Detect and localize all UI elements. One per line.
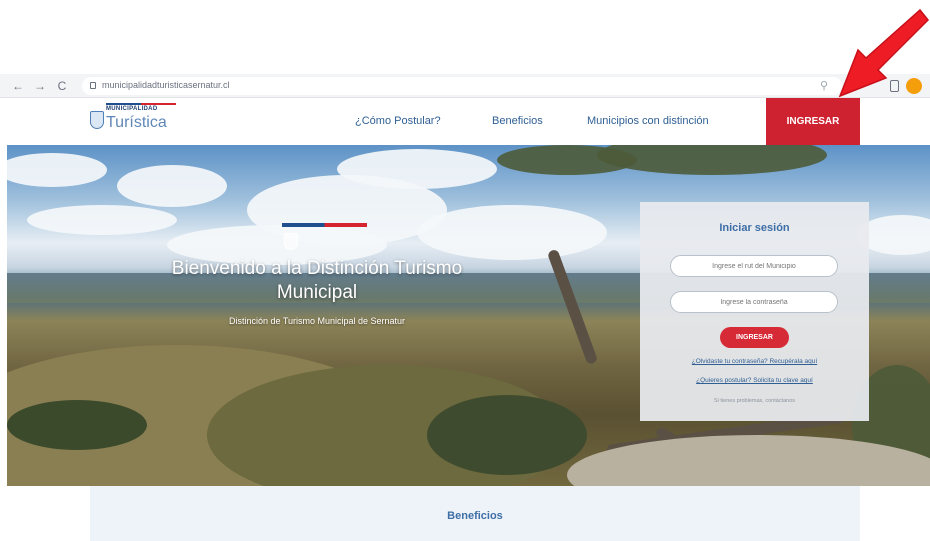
cloud: [337, 149, 497, 189]
lock-icon: [90, 82, 96, 89]
forgot-password-link[interactable]: ¿Olvidaste tu contraseña? Recupérala aqu…: [640, 358, 869, 365]
back-icon[interactable]: ←: [10, 78, 26, 94]
forest-patch: [427, 395, 587, 475]
nav-como-postular[interactable]: ¿Cómo Postular?: [355, 98, 441, 145]
annotation-arrow-icon: [838, 8, 930, 98]
forward-icon[interactable]: →: [32, 78, 48, 94]
site-logo[interactable]: MUNICIPALIDAD Turística: [90, 103, 180, 139]
logo-name: Turística: [106, 114, 167, 131]
reload-icon[interactable]: C: [54, 78, 70, 94]
hero-title: Bienvenido a la Distinción Turismo Munic…: [171, 258, 463, 303]
cloud: [417, 205, 607, 260]
cloud: [7, 153, 107, 187]
browser-toolbar: ← → C municipalidadturisticasernatur.cl …: [0, 74, 930, 98]
url-text: municipalidadturisticasernatur.cl: [102, 80, 230, 90]
shield-icon: [284, 233, 298, 250]
site-header: MUNICIPALIDAD Turística ¿Cómo Postular? …: [0, 98, 930, 145]
nav-municipios-con-distincion[interactable]: Municipios con distinción: [587, 98, 709, 145]
hero-flag-stripe: [282, 223, 367, 227]
nav-beneficios[interactable]: Beneficios: [492, 98, 543, 145]
tree-trunk: [546, 248, 599, 366]
cloud: [117, 165, 227, 207]
rut-input[interactable]: [670, 255, 838, 277]
login-card: Iniciar sesión INGRESAR ¿Olvidaste tu co…: [640, 202, 869, 421]
page: ← → C municipalidadturisticasernatur.cl …: [0, 0, 930, 541]
login-title: Iniciar sesión: [719, 222, 790, 234]
logo-top-text: MUNICIPALIDAD: [106, 106, 158, 112]
magnifier-icon[interactable]: ⚲: [820, 79, 828, 92]
help-note: Si tienes problemas, contáctanos: [713, 398, 796, 404]
register-link[interactable]: ¿Quieres postular? Solicita tu clave aqu…: [640, 377, 869, 384]
nav-ingresar-button[interactable]: INGRESAR: [766, 98, 860, 145]
cloud: [27, 205, 177, 235]
shield-icon: [90, 111, 104, 129]
benefits-title: Beneficios: [447, 510, 503, 522]
benefits-section: Beneficios: [90, 486, 860, 541]
forest-patch: [7, 400, 147, 450]
address-bar[interactable]: municipalidadturisticasernatur.cl ⚲: [82, 77, 842, 95]
tree-foliage: [597, 145, 827, 175]
hero-subtitle: Distinción de Turismo Municipal de Serna…: [228, 316, 406, 326]
login-submit-button[interactable]: INGRESAR: [720, 327, 789, 348]
password-input[interactable]: [670, 291, 838, 313]
logo-flag-stripe: [106, 103, 176, 105]
